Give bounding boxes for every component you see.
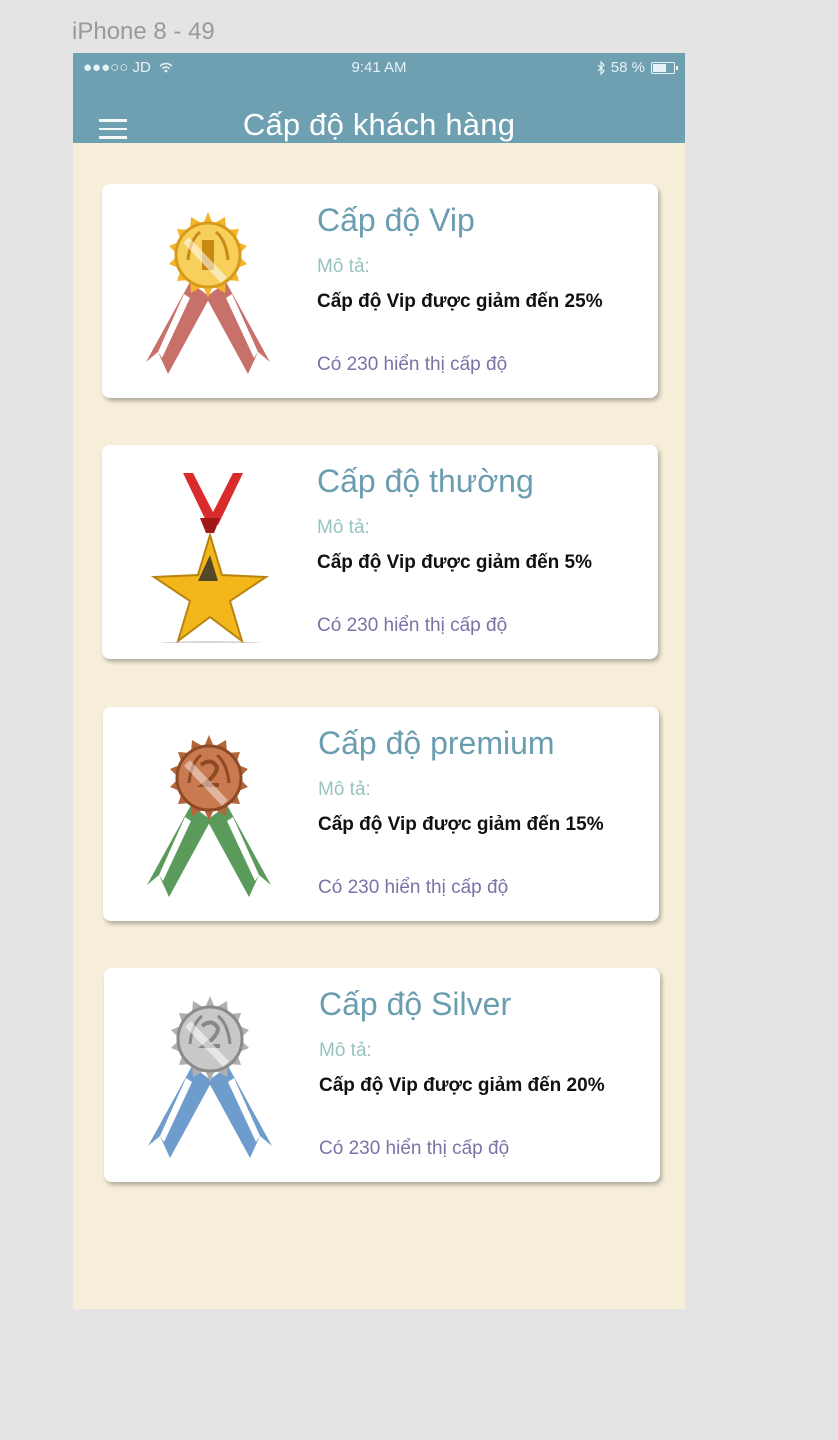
navigation-bar: ●●●○○ JD 9:41 AM 58 % Cấp độ khách hàng [73, 53, 685, 143]
level-card-thuong[interactable]: Cấp độ thường Mô tả: Cấp độ Vip được giả… [102, 445, 658, 659]
description-label: Mô tả: [317, 256, 370, 277]
level-card-vip[interactable]: Cấp độ Vip Mô tả: Cấp độ Vip được giảm đ… [102, 184, 658, 398]
level-count: Có 230 hiển thị cấp độ [319, 1138, 510, 1159]
gold-medal-icon [146, 212, 270, 374]
description-label: Mô tả: [317, 517, 370, 538]
level-count: Có 230 hiển thị cấp độ [318, 877, 509, 898]
battery-percent: 58 % [610, 59, 645, 76]
artboard-label: iPhone 8 - 49 [72, 18, 215, 45]
status-bar: ●●●○○ JD 9:41 AM 58 % [73, 53, 685, 83]
level-title: Cấp độ thường [317, 463, 534, 499]
level-description: Cấp độ Vip được giảm đến 5% [317, 552, 593, 573]
description-label: Mô tả: [318, 779, 371, 800]
level-title: Cấp độ premium [318, 725, 555, 761]
page-title: Cấp độ khách hàng [242, 107, 516, 142]
bronze-medal-icon [147, 735, 271, 897]
level-title: Cấp độ Vip [317, 202, 475, 238]
gold-star-medal-icon [150, 473, 270, 643]
battery-icon [651, 61, 678, 74]
level-card-silver[interactable]: Cấp độ Silver Mô tả: Cấp độ Vip được giả… [104, 968, 660, 1182]
level-description: Cấp độ Vip được giảm đến 20% [319, 1075, 605, 1096]
status-right: 58 % [597, 59, 678, 76]
phone-screen: ●●●○○ JD 9:41 AM 58 % Cấp độ khách hàng [73, 53, 685, 1309]
level-count: Có 230 hiển thị cấp độ [317, 615, 508, 636]
level-description: Cấp độ Vip được giảm đến 15% [318, 814, 604, 835]
bluetooth-icon [597, 60, 605, 75]
level-title: Cấp độ Silver [319, 986, 512, 1022]
status-time: 9:41 AM [351, 59, 407, 76]
level-card-premium[interactable]: Cấp độ premium Mô tả: Cấp độ Vip được gi… [103, 707, 659, 921]
description-label: Mô tả: [319, 1040, 372, 1061]
level-description: Cấp độ Vip được giảm đến 25% [317, 291, 603, 312]
level-count: Có 230 hiển thị cấp độ [317, 354, 508, 375]
silver-medal-icon [148, 996, 272, 1158]
